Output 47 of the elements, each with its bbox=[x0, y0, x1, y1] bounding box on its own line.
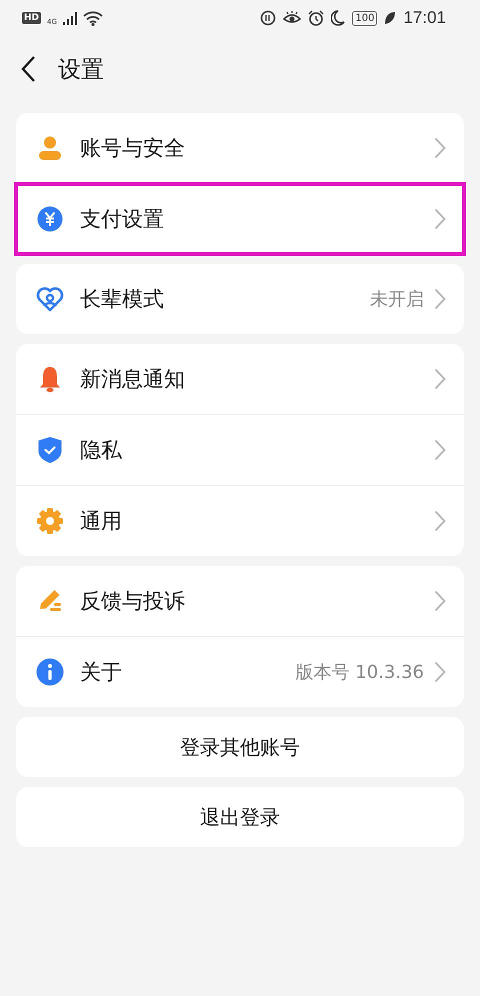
settings-item[interactable]: 关于 版本号 10.3.36 bbox=[16, 637, 464, 707]
settings-item[interactable]: 支付设置 bbox=[16, 184, 464, 254]
yuan-icon bbox=[37, 206, 63, 232]
item-label: 关于 bbox=[80, 659, 123, 686]
alarm-icon bbox=[308, 10, 324, 26]
chevron-icon bbox=[434, 661, 446, 683]
chevron-icon bbox=[434, 510, 446, 532]
item-label: 支付设置 bbox=[80, 206, 165, 233]
wifi-icon bbox=[82, 10, 103, 26]
leaf-icon bbox=[384, 11, 396, 25]
account-button[interactable]: 退出登录 bbox=[16, 787, 464, 847]
chevron-icon bbox=[434, 590, 446, 612]
chevron-icon bbox=[434, 439, 446, 461]
settings-item[interactable]: 反馈与投诉 bbox=[16, 566, 464, 637]
account-button[interactable]: 登录其他账号 bbox=[16, 717, 464, 777]
item-label: 隐私 bbox=[80, 437, 123, 464]
moon-icon bbox=[331, 10, 346, 26]
hd-badge: HD bbox=[22, 12, 42, 24]
eye-icon bbox=[283, 11, 302, 25]
settings-item[interactable]: 新消息通知 bbox=[16, 344, 464, 415]
info-icon bbox=[36, 658, 64, 686]
shield-icon bbox=[37, 436, 63, 464]
clock-time: 17:01 bbox=[403, 8, 446, 28]
eye-comfort-icon bbox=[260, 10, 276, 26]
settings-item[interactable]: 长辈模式 未开启 bbox=[16, 264, 464, 334]
signal-icon bbox=[62, 12, 77, 24]
person-icon bbox=[37, 135, 63, 161]
chevron-icon bbox=[434, 137, 446, 159]
bell-icon bbox=[37, 365, 63, 393]
item-label: 账号与安全 bbox=[80, 135, 186, 162]
battery-level: 100 bbox=[352, 10, 378, 26]
item-value: 未开启 bbox=[370, 288, 424, 311]
chevron-icon bbox=[434, 208, 446, 230]
back-icon[interactable] bbox=[20, 55, 36, 83]
item-label: 长辈模式 bbox=[80, 286, 165, 313]
chevron-icon bbox=[434, 368, 446, 390]
page-title: 设置 bbox=[58, 56, 104, 84]
item-label: 通用 bbox=[80, 508, 123, 535]
chevron-icon bbox=[434, 288, 446, 310]
settings-item[interactable]: 隐私 bbox=[16, 415, 464, 486]
item-label: 反馈与投诉 bbox=[80, 588, 186, 615]
settings-item[interactable]: 通用 bbox=[16, 486, 464, 556]
item-label: 新消息通知 bbox=[80, 366, 186, 393]
item-value: 版本号 10.3.36 bbox=[296, 661, 424, 684]
heart-icon bbox=[36, 286, 64, 312]
gear-icon bbox=[36, 507, 64, 535]
settings-item[interactable]: 账号与安全 bbox=[16, 113, 464, 184]
